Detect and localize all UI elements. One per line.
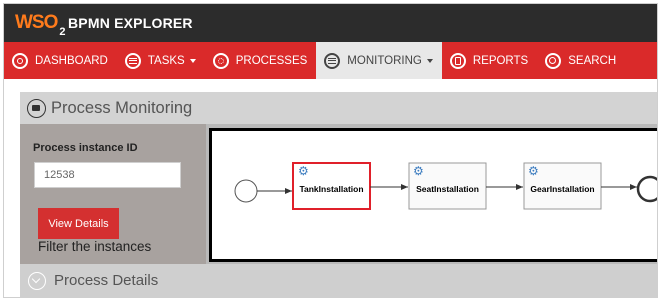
task-seat-installation[interactable]: ⚙ SeatInstallation xyxy=(408,162,487,210)
processes-icon xyxy=(212,52,229,69)
nav-search[interactable]: SEARCH xyxy=(537,42,625,79)
start-event[interactable] xyxy=(234,179,258,203)
task-label: SeatInstallation xyxy=(416,184,479,194)
nav-reports[interactable]: REPORTS xyxy=(442,42,537,79)
list-icon xyxy=(124,52,141,69)
app-title: BPMN EXPLORER xyxy=(68,15,193,31)
process-instance-label: Process instance ID xyxy=(33,142,138,154)
bpmn-diagram-svg: ⚙ TankInstallation ⚙ SeatInstallation ⚙ … xyxy=(234,162,658,210)
app-window: WSO 2 BPMN EXPLORER DASHBOARD TASKS PROCE… xyxy=(3,3,658,298)
nav-processes-label: PROCESSES xyxy=(235,54,308,67)
report-icon xyxy=(449,52,466,69)
main-nav: DASHBOARD TASKS PROCESSES MONITORING REP… xyxy=(4,42,657,79)
nav-dashboard-label: DASHBOARD xyxy=(35,54,108,67)
caret-down-icon xyxy=(426,58,433,63)
view-details-button[interactable]: View Details xyxy=(38,208,119,239)
wso2-logo: WSO 2 xyxy=(15,12,66,38)
monitor-icon xyxy=(27,98,46,118)
nav-dashboard[interactable]: DASHBOARD xyxy=(4,42,117,79)
chevron-down-icon xyxy=(28,271,46,290)
search-icon xyxy=(545,52,562,69)
nav-reports-label: REPORTS xyxy=(472,54,529,67)
task-tank-installation[interactable]: ⚙ TankInstallation xyxy=(292,162,371,210)
logo-text: WSO xyxy=(15,12,58,33)
page-title: Process Monitoring xyxy=(51,98,193,117)
nav-monitoring[interactable]: MONITORING xyxy=(316,42,442,79)
process-details-header[interactable]: Process Details xyxy=(20,264,657,297)
caret-down-icon xyxy=(189,58,196,63)
task-gear-installation[interactable]: ⚙ GearInstallation xyxy=(523,162,602,210)
dashboard-icon xyxy=(12,52,28,69)
nav-monitoring-label: MONITORING xyxy=(347,54,422,67)
bpmn-diagram: ⚙ TankInstallation ⚙ SeatInstallation ⚙ … xyxy=(209,128,658,262)
nav-processes[interactable]: PROCESSES xyxy=(205,42,317,79)
main-content: Process Monitoring Process instance ID V… xyxy=(20,92,658,297)
process-details-title: Process Details xyxy=(54,272,159,289)
task-label: TankInstallation xyxy=(299,184,363,194)
process-monitoring-header: Process Monitoring xyxy=(20,92,657,124)
end-event[interactable] xyxy=(636,175,658,203)
gear-icon: ⚙ xyxy=(528,164,539,178)
gear-icon: ⚙ xyxy=(298,164,309,178)
logo-subscript: 2 xyxy=(59,25,66,38)
brand-bar: WSO 2 BPMN EXPLORER xyxy=(4,4,657,42)
nav-search-label: SEARCH xyxy=(568,54,617,67)
process-instance-input[interactable] xyxy=(34,162,181,188)
nav-tasks[interactable]: TASKS xyxy=(117,42,205,79)
list-icon xyxy=(324,52,341,69)
task-label: GearInstallation xyxy=(530,184,594,194)
filter-instances-label: Filter the instances xyxy=(38,239,152,254)
nav-tasks-label: TASKS xyxy=(147,54,185,67)
gear-icon: ⚙ xyxy=(413,164,424,178)
